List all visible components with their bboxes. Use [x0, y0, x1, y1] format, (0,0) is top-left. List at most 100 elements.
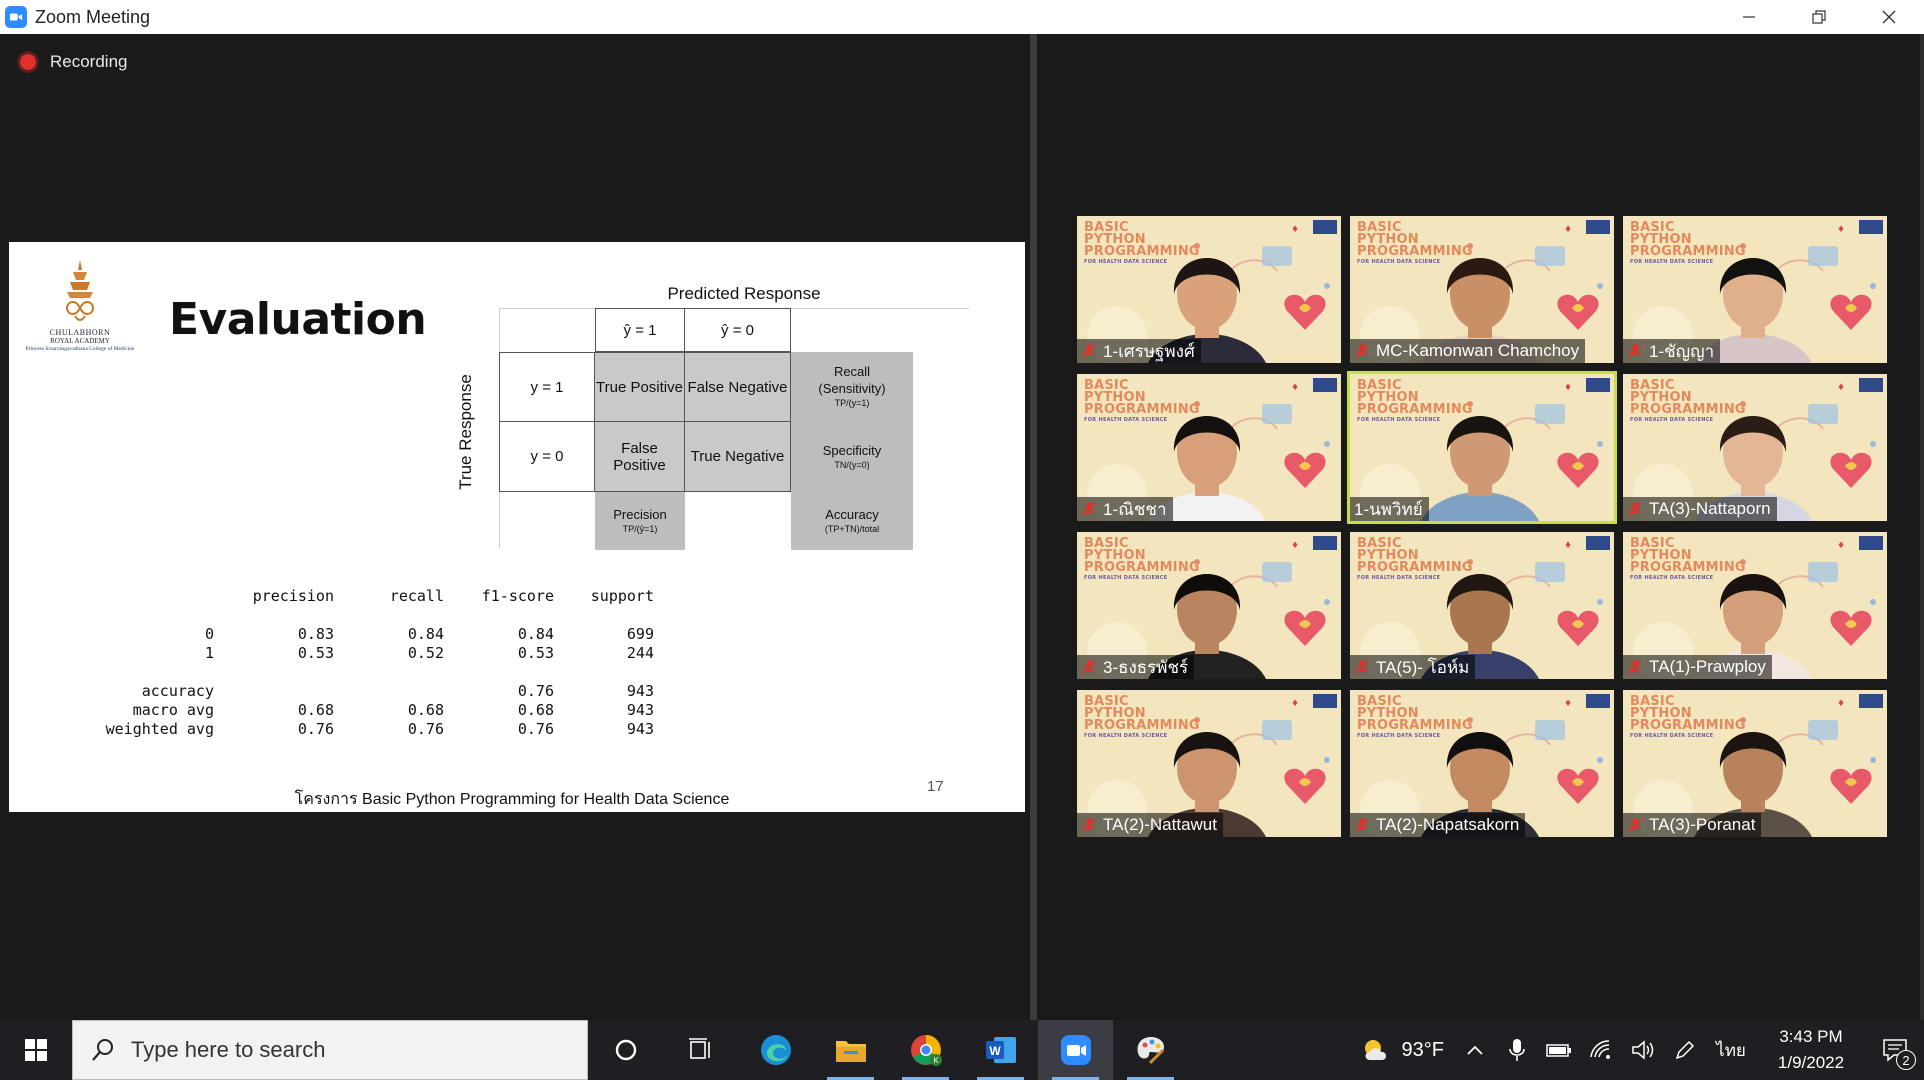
taskbar-edge[interactable] — [738, 1020, 813, 1080]
taskbar-paint[interactable] — [1113, 1020, 1188, 1080]
participant-tile[interactable]: ♦ BASIC PYTHON PROGRAMMING FOR HEALTH DATA… — [1347, 371, 1617, 524]
split-view-divider[interactable] — [1030, 34, 1037, 1020]
report-f1: 0.76 — [517, 682, 554, 700]
participant-tile[interactable]: ♦ BASIC PYTHON PROGRAMMING FOR HEALTH DATA… — [1077, 374, 1341, 521]
title-bar: Zoom Meeting — [0, 0, 1924, 34]
report-recall: 0.52 — [407, 644, 444, 662]
speaker-volume-icon — [1632, 1040, 1654, 1060]
participant-tile[interactable]: ♦ BASIC PYTHON PROGRAMMING FOR HEALTH DATA… — [1350, 690, 1614, 837]
logo-text-line3: Princess Srisavangavadhana College of Me… — [25, 346, 135, 352]
taskbar-clock[interactable]: 3:43 PM 1/9/2022 — [1766, 1024, 1856, 1076]
task-view-button[interactable] — [663, 1020, 738, 1080]
volume-tray-button[interactable] — [1622, 1020, 1664, 1080]
true-negative-row-header: y = 0 — [499, 422, 595, 492]
slide-page-number: 17 — [927, 778, 944, 795]
zoom-taskbar-icon — [1060, 1035, 1091, 1065]
paint-palette-icon — [1137, 1037, 1164, 1065]
report-header-recall: recall — [389, 587, 444, 605]
participant-tile[interactable]: ♦ BASIC PYTHON PROGRAMMING FOR HEALTH DATA… — [1350, 532, 1614, 679]
participant-name-label: TA(2)-Nattawut — [1077, 813, 1223, 837]
participant-name-label: 3-ธงธรพัชร์ — [1077, 655, 1195, 679]
participant-name-label: MC-Kamonwan Chamchoy — [1350, 339, 1586, 363]
report-recall: 0.84 — [407, 625, 444, 643]
minimize-button[interactable] — [1714, 0, 1784, 34]
academy-emblem-icon — [66, 260, 94, 321]
battery-tray-button[interactable] — [1538, 1020, 1580, 1080]
report-f1: 0.76 — [517, 720, 554, 738]
participant-name-label: TA(3)-Poranat — [1623, 813, 1762, 837]
participant-name-label: 1-ชัญญา — [1623, 339, 1721, 363]
participant-gallery: ♦ BASIC PYTHON PROGRAMMING FOR HEALTH DATA… — [1077, 216, 1895, 837]
weather-widget[interactable]: 93°F — [1360, 1034, 1444, 1066]
taskbar-file-explorer[interactable] — [813, 1020, 888, 1080]
action-center-button[interactable]: 2 — [1866, 1020, 1924, 1080]
network-tray-button[interactable] — [1580, 1020, 1622, 1080]
participant-name: 1-นพวิทย์ — [1354, 499, 1423, 519]
meeting-area: Recording CHULABHORN ROYAL ACADEMY Princ… — [0, 34, 1924, 1020]
specificity-cell: Specificity TN/(y=0) — [791, 422, 913, 492]
pen-tray-button[interactable] — [1664, 1020, 1706, 1080]
participant-tile[interactable]: ♦ BASIC PYTHON PROGRAMMING FOR HEALTH DATA… — [1077, 216, 1341, 363]
weather-partly-cloudy-icon — [1364, 1040, 1386, 1060]
participant-tile[interactable]: ♦ BASIC PYTHON PROGRAMMING FOR HEALTH DATA… — [1350, 216, 1614, 363]
svg-text:W: W — [989, 1044, 1001, 1058]
participant-name: TA(3)-Nattaporn — [1649, 499, 1771, 518]
participant-tile[interactable]: ♦ BASIC PYTHON PROGRAMMING FOR HEALTH DATA… — [1623, 532, 1887, 679]
accuracy-formula: (TP+TN)/total — [824, 523, 880, 534]
microphone-muted-icon — [1082, 502, 1096, 516]
microphone-muted-icon — [1082, 818, 1096, 832]
participant-tile[interactable]: ♦ BASIC PYTHON PROGRAMMING FOR HEALTH DATA… — [1623, 690, 1887, 837]
show-hidden-icons-button[interactable] — [1454, 1020, 1496, 1080]
taskbar-chrome[interactable]: K — [888, 1020, 963, 1080]
participant-name-label: TA(1)-Prawploy — [1623, 655, 1772, 679]
taskbar-search-box[interactable]: Type here to search — [72, 1020, 588, 1080]
report-header-f1: f1-score — [481, 587, 554, 605]
chulabhorn-logo: CHULABHORN ROYAL ACADEMY Princess Srisav… — [15, 258, 145, 358]
chevron-up-icon — [1467, 1045, 1483, 1055]
participant-tile[interactable]: ♦ BASIC PYTHON PROGRAMMING FOR HEALTH DATA… — [1077, 532, 1341, 679]
report-support: 943 — [626, 720, 654, 738]
recording-indicator[interactable]: Recording — [20, 52, 128, 72]
report-label: macro avg — [132, 701, 214, 719]
true-positive-cell: True Positive — [595, 352, 685, 422]
participant-tile[interactable]: ♦ BASIC PYTHON PROGRAMMING FOR HEALTH DATA… — [1623, 374, 1887, 521]
microphone-tray-button[interactable] — [1496, 1020, 1538, 1080]
participant-name-label: TA(2)-Napatsakorn — [1350, 813, 1526, 837]
recall-subtitle: (Sensitivity) — [818, 381, 886, 397]
close-button[interactable] — [1854, 0, 1924, 34]
clock-time: 3:43 PM — [1779, 1027, 1843, 1046]
window-controls — [1714, 0, 1924, 34]
report-support: 943 — [626, 682, 654, 700]
microphone-muted-icon — [1355, 660, 1369, 674]
report-f1: 0.84 — [517, 625, 554, 643]
participant-tile[interactable]: ♦ BASIC PYTHON PROGRAMMING FOR HEALTH DATA… — [1623, 216, 1887, 363]
cortana-circle-icon — [615, 1039, 636, 1061]
participant-name-label: TA(5)- โอห์ม — [1350, 655, 1476, 679]
microphone-muted-icon — [1628, 660, 1642, 674]
microphone-muted-icon — [1628, 502, 1642, 516]
taskbar-zoom[interactable] — [1038, 1020, 1113, 1080]
notification-count-badge: 2 — [1896, 1050, 1916, 1070]
recording-dot-icon — [20, 54, 36, 70]
microphone-muted-icon — [1628, 344, 1642, 358]
restore-button[interactable] — [1784, 0, 1854, 34]
input-language-indicator[interactable]: ไทย — [1706, 1020, 1756, 1080]
cortana-button[interactable] — [588, 1020, 663, 1080]
report-header-support: support — [590, 587, 654, 605]
wifi-icon — [1590, 1040, 1610, 1059]
start-button[interactable] — [0, 1020, 72, 1080]
microphone-muted-icon — [1082, 660, 1096, 674]
participant-tile[interactable]: ♦ BASIC PYTHON PROGRAMMING FOR HEALTH DATA… — [1077, 690, 1341, 837]
word-icon: W — [985, 1037, 1016, 1063]
slide-title: Evaluation — [169, 294, 427, 345]
precision-cell: Precision TP/(ŷ=1) — [595, 492, 685, 550]
windows-logo-icon — [25, 1039, 47, 1061]
report-precision: 0.53 — [297, 644, 334, 662]
task-view-icon — [688, 1038, 710, 1059]
taskbar-word[interactable]: W — [963, 1020, 1038, 1080]
report-label: 0 — [204, 625, 214, 643]
false-positive-cell: False Positive — [595, 422, 685, 492]
slide-footer: โครงการ Basic Python Programming for Hea… — [294, 791, 730, 808]
report-header-precision: precision — [252, 587, 334, 605]
predicted-negative-header: ŷ = 0 — [685, 308, 791, 352]
